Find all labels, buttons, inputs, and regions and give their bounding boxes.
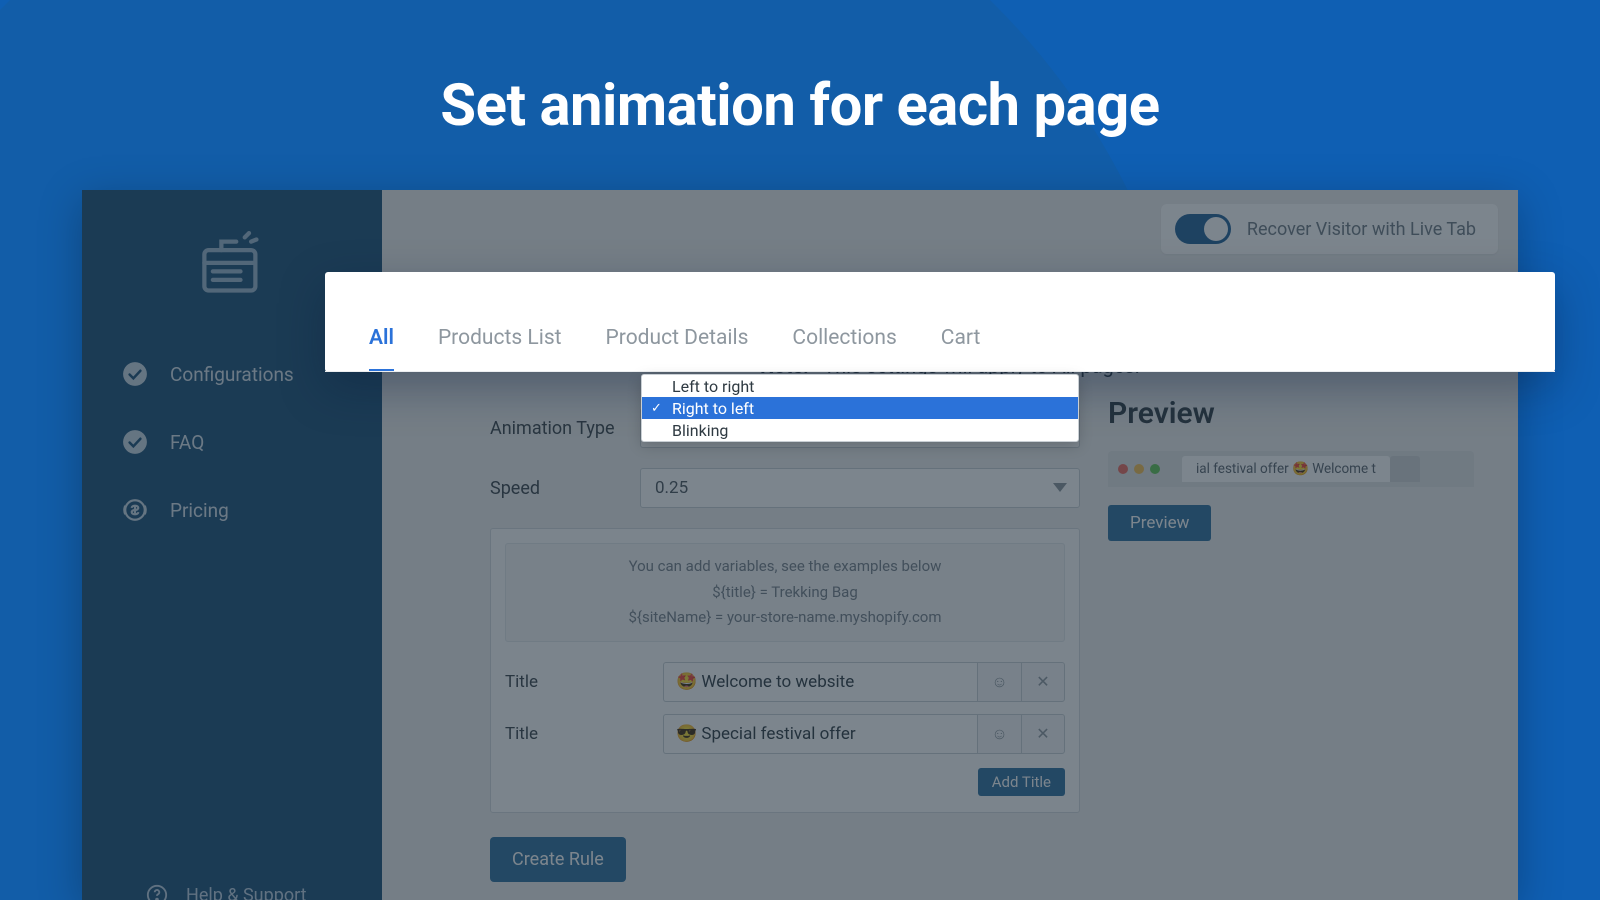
tab-products-list[interactable]: Products List — [416, 326, 584, 372]
window-dot-yellow — [1134, 464, 1144, 474]
sidebar-footer-help[interactable]: Help & Support — [82, 884, 382, 900]
remove-title-button[interactable]: ✕ — [1021, 714, 1065, 754]
sidebar-footer-label: Help & Support — [186, 885, 307, 900]
dropdown-option-rtl[interactable]: ✓Right to left — [642, 397, 1078, 419]
check-circle-icon — [122, 361, 148, 387]
emoji-button[interactable]: ☺ — [977, 714, 1021, 754]
smile-icon: ☺ — [991, 672, 1007, 692]
sidebar-item-label: Pricing — [170, 499, 229, 522]
preview-heading: Preview — [1108, 396, 1508, 431]
animation-type-label: Animation Type — [490, 418, 640, 439]
preview-tab-placeholder — [1390, 456, 1420, 482]
preview-column: Preview ial festival offer 🤩 Welcome t P… — [1108, 396, 1508, 541]
close-icon: ✕ — [1036, 672, 1049, 691]
title-input-2[interactable]: 😎 Special festival offer — [663, 714, 977, 754]
pricing-icon — [122, 497, 148, 523]
title-input-1[interactable]: 🤩 Welcome to website — [663, 662, 977, 702]
chevron-down-icon — [1053, 483, 1067, 492]
help-icon — [146, 884, 168, 900]
toggle-label: Recover Visitor with Live Tab — [1247, 219, 1476, 240]
live-tab-toggle[interactable] — [1175, 214, 1231, 244]
title-row: Title 🤩 Welcome to website ☺ ✕ — [491, 656, 1079, 708]
preview-tab: ial festival offer 🤩 Welcome t — [1182, 456, 1390, 482]
variables-hint: You can add variables, see the examples … — [505, 543, 1065, 642]
animation-type-select[interactable]: Left to right ✓Right to left Blinking — [640, 408, 1080, 448]
speed-value: 0.25 — [655, 478, 688, 498]
titles-box: You can add variables, see the examples … — [490, 528, 1080, 813]
check-circle-icon — [122, 429, 148, 455]
sidebar-item-faq[interactable]: FAQ — [82, 408, 382, 476]
close-icon: ✕ — [1036, 724, 1049, 743]
page-tabs: All Products List Product Details Collec… — [325, 272, 1555, 372]
dropdown-option-blinking[interactable]: Blinking — [642, 419, 1078, 441]
add-title-button[interactable]: Add Title — [978, 768, 1065, 796]
check-icon: ✓ — [651, 401, 662, 416]
title-row: Title 😎 Special festival offer ☺ ✕ — [491, 708, 1079, 760]
window-dot-red — [1118, 464, 1128, 474]
title-row-label: Title — [505, 724, 663, 744]
speed-select[interactable]: 0.25 — [640, 468, 1080, 508]
title-row-label: Title — [505, 672, 663, 692]
live-tab-toggle-container: Recover Visitor with Live Tab — [1161, 204, 1498, 254]
preview-browser-bar: ial festival offer 🤩 Welcome t — [1108, 451, 1474, 487]
sidebar-item-label: Configurations — [170, 363, 294, 386]
hero-title: Set animation for each page — [0, 72, 1600, 140]
animation-type-dropdown: Left to right ✓Right to left Blinking — [641, 374, 1079, 442]
window-dot-green — [1150, 464, 1160, 474]
sidebar-item-pricing[interactable]: Pricing — [82, 476, 382, 544]
form-area: Animation Type Left to right ✓Right to l… — [490, 408, 1080, 813]
emoji-button[interactable]: ☺ — [977, 662, 1021, 702]
dropdown-option-ltr[interactable]: Left to right — [642, 375, 1078, 397]
tab-collections[interactable]: Collections — [770, 326, 918, 372]
speed-label: Speed — [490, 478, 640, 499]
sidebar-item-label: FAQ — [170, 431, 204, 454]
tab-product-details[interactable]: Product Details — [584, 326, 771, 372]
tab-cart[interactable]: Cart — [919, 326, 1003, 372]
tab-all[interactable]: All — [347, 326, 416, 372]
remove-title-button[interactable]: ✕ — [1021, 662, 1065, 702]
create-rule-button[interactable]: Create Rule — [490, 837, 626, 882]
preview-button[interactable]: Preview — [1108, 505, 1211, 541]
smile-icon: ☺ — [991, 724, 1007, 744]
